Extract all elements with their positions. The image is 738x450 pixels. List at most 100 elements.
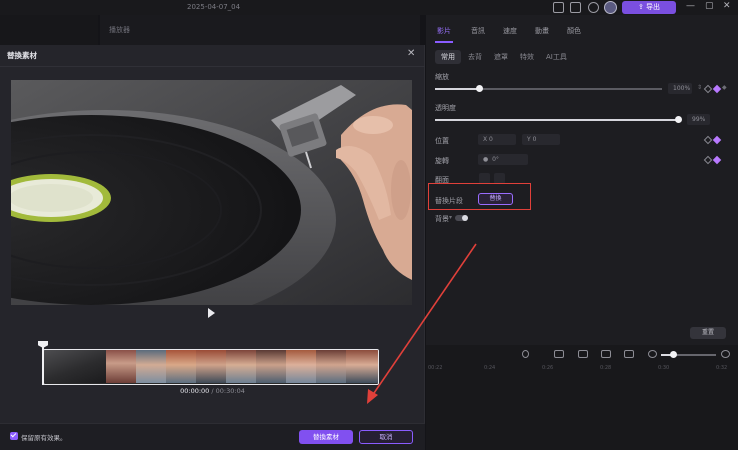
timeline-zoom-slider[interactable] — [661, 351, 716, 358]
scale-stepper-icon[interactable]: ⇕ — [697, 84, 702, 91]
opacity-slider-fill — [435, 119, 678, 121]
position-y-value: 0 — [532, 136, 537, 143]
replace-button[interactable]: 替換 — [478, 193, 513, 205]
microphone-icon[interactable] — [522, 350, 529, 358]
zoom-out-icon[interactable] — [648, 350, 657, 358]
ruler-tick: 0:28 — [600, 365, 612, 371]
keep-effects-checkbox[interactable] — [10, 432, 18, 440]
filmstrip-frame — [346, 350, 378, 383]
opacity-label: 透明度 — [435, 104, 456, 112]
current-time: 00:00:00 — [180, 387, 210, 395]
replace-media-dialog: 替換素材 ✕ 00:00:00 / 00:30:04 保留原有效果。 替換素材 … — [0, 45, 425, 450]
rotate-value: 0° — [492, 156, 499, 163]
filmstrip-frame — [256, 350, 286, 383]
opacity-slider-knob[interactable] — [675, 116, 682, 123]
tab-video[interactable]: 影片 — [437, 26, 451, 36]
subtab-common[interactable]: 常用 — [435, 50, 461, 64]
position-label: 位置 — [435, 137, 449, 145]
video-frame-image — [11, 80, 412, 305]
subtab-remove-bg[interactable]: 去背 — [462, 50, 488, 64]
scale-slider-fill — [435, 88, 479, 90]
rotate-label: 旋轉 — [435, 157, 449, 165]
close-icon[interactable]: ✕ — [407, 48, 415, 59]
minimize-icon[interactable]: — — [686, 1, 695, 11]
split-icon[interactable] — [554, 350, 564, 358]
total-time: 00:30:04 — [215, 387, 245, 395]
opacity-slider[interactable] — [435, 116, 682, 123]
ruler-tick: 0:32 — [716, 365, 728, 371]
ruler-tick: 0:30 — [658, 365, 670, 371]
position-x-label: X — [483, 136, 488, 143]
properties-panel: 影片 音訊 速度 動畫 顏色 常用 去背 遮罩 特效 AI工具 — [426, 15, 738, 345]
background-toggle[interactable] — [455, 215, 468, 221]
layout-icon[interactable] — [553, 2, 564, 13]
divider — [0, 66, 425, 67]
clip-filmstrip[interactable] — [43, 349, 379, 385]
playhead[interactable] — [42, 342, 44, 385]
position-x-value: 0 — [489, 136, 493, 143]
property-subtabs: 常用 去背 遮罩 特效 AI工具 — [426, 48, 738, 66]
scale-label: 縮放 — [435, 73, 449, 81]
scale-value[interactable]: 100% — [668, 83, 692, 94]
scale-slider-knob[interactable] — [476, 85, 483, 92]
subtab-ai-tools[interactable]: AI工具 — [540, 50, 573, 64]
tab-animation[interactable]: 動畫 — [535, 26, 549, 36]
zoom-in-icon[interactable] — [721, 350, 730, 358]
keyframe-next-icon[interactable]: ◆ — [722, 84, 727, 91]
tab-speed[interactable]: 速度 — [503, 26, 517, 36]
subtab-mask[interactable]: 遮罩 — [488, 50, 514, 64]
zoom-slider-knob[interactable] — [670, 351, 677, 358]
tab-audio[interactable]: 音訊 — [471, 26, 485, 36]
feedback-icon[interactable] — [570, 2, 581, 13]
preview-header-label: 播放器 — [109, 26, 130, 34]
filmstrip-frame — [316, 350, 346, 383]
filmstrip-frame — [106, 350, 136, 383]
project-title: 2025-04-07_04 — [187, 3, 241, 11]
tab-color[interactable]: 顏色 — [567, 26, 581, 36]
filmstrip-frame — [196, 350, 226, 383]
fit-icon[interactable] — [624, 350, 634, 358]
info-icon[interactable] — [588, 2, 599, 13]
maximize-icon[interactable]: ▢ — [705, 1, 714, 11]
title-bar: 2025-04-07_04 ⇪ 导出 — ▢ ✕ — [0, 0, 738, 15]
export-button[interactable]: ⇪ 导出 — [622, 1, 676, 14]
ruler-tick: 0:26 — [542, 365, 554, 371]
timecode: 00:00:00 / 00:30:04 — [0, 387, 425, 395]
play-icon[interactable] — [208, 308, 215, 318]
opacity-value[interactable]: 99% — [687, 114, 710, 125]
replace-clip-label: 替換片段 — [435, 197, 463, 205]
avatar[interactable] — [604, 1, 617, 14]
position-y-label: Y — [527, 136, 531, 143]
dialog-title: 替換素材 — [7, 51, 37, 60]
ruler-tick: 0:24 — [484, 365, 496, 371]
dialog-footer: 保留原有效果。 替換素材 取消 — [0, 423, 425, 450]
ruler-tick: 00:22 — [428, 365, 443, 371]
filmstrip-frame — [286, 350, 316, 383]
filmstrip-frame — [136, 350, 166, 383]
link-icon[interactable] — [578, 350, 588, 358]
replace-media-button[interactable]: 替換素材 — [299, 430, 353, 444]
property-tabs: 影片 音訊 速度 動畫 顏色 — [426, 20, 738, 43]
position-x-field[interactable]: X 0 — [478, 134, 516, 145]
background-label: 背景 — [435, 215, 449, 223]
filmstrip-frame — [226, 350, 256, 383]
playhead-handle[interactable] — [38, 341, 48, 348]
rotate-field[interactable]: ● 0° — [478, 154, 528, 165]
video-preview[interactable] — [11, 80, 412, 305]
timeline-panel: 00:22 0:24 0:26 0:28 0:30 0:32 — [426, 345, 738, 450]
reset-button[interactable]: 重置 — [690, 327, 726, 339]
keep-effects-label: 保留原有效果。 — [21, 434, 67, 442]
export-label: 导出 — [646, 3, 661, 11]
filmstrip-frame — [44, 350, 106, 383]
cancel-button[interactable]: 取消 — [359, 430, 413, 444]
filmstrip-frame — [166, 350, 196, 383]
close-window-icon[interactable]: ✕ — [723, 1, 731, 11]
active-tab-indicator — [435, 41, 453, 43]
timeline-ruler[interactable]: 00:22 0:24 0:26 0:28 0:30 0:32 — [426, 365, 738, 377]
background-expand-icon[interactable]: ▾ — [449, 214, 452, 221]
scale-slider[interactable] — [435, 85, 662, 92]
position-y-field[interactable]: Y 0 — [522, 134, 560, 145]
unlink-icon[interactable] — [601, 350, 611, 358]
subtab-effects[interactable]: 特效 — [514, 50, 540, 64]
preview-header: 播放器 — [100, 15, 420, 45]
